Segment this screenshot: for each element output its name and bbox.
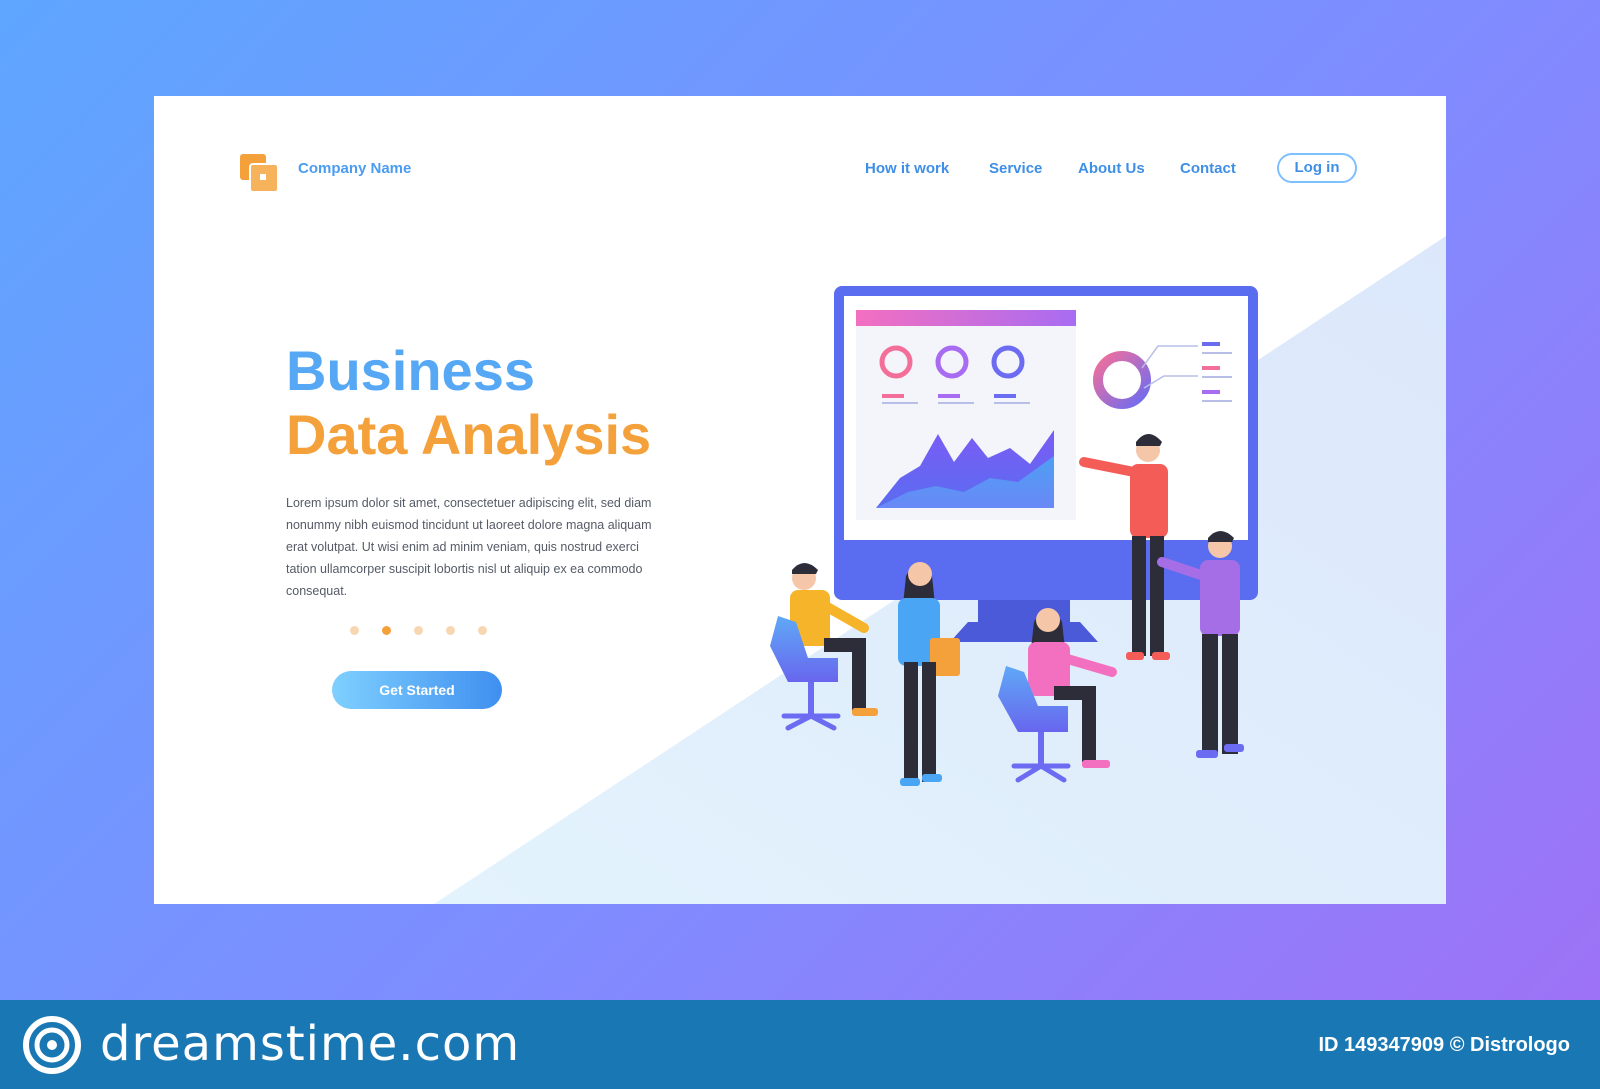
login-button[interactable]: Log in (1277, 153, 1357, 183)
get-started-button[interactable]: Get Started (332, 671, 502, 709)
company-name[interactable]: Company Name (298, 160, 411, 177)
slider-dot[interactable] (446, 626, 455, 635)
company-logo-icon[interactable] (238, 152, 280, 194)
slider-dot[interactable] (414, 626, 423, 635)
nav-how-it-work[interactable]: How it work (865, 160, 949, 177)
spiral-logo-icon (23, 1016, 81, 1074)
slider-dot[interactable] (350, 626, 359, 635)
slider-dot-active[interactable] (382, 626, 391, 635)
nav-contact[interactable]: Contact (1180, 160, 1236, 177)
hero-title-line1: Business (286, 339, 535, 402)
hero-title-line2: Data Analysis (286, 403, 652, 466)
hero-description: Lorem ipsum dolor sit amet, consectetuer… (286, 496, 652, 598)
slider-dot[interactable] (478, 626, 487, 635)
nav-about-us[interactable]: About Us (1078, 160, 1145, 177)
footer-brand: dreamstime.com (100, 1016, 521, 1072)
nav-service[interactable]: Service (989, 160, 1042, 177)
footer-id: ID 149347909 © Distrologo (1318, 1034, 1570, 1056)
watermark-footer: dreamstime.com ID 149347909 © Distrologo (0, 1000, 1600, 1089)
landing-page-card: Company Name How it work Service About U… (154, 96, 1446, 904)
meeting-illustration (770, 286, 1258, 786)
